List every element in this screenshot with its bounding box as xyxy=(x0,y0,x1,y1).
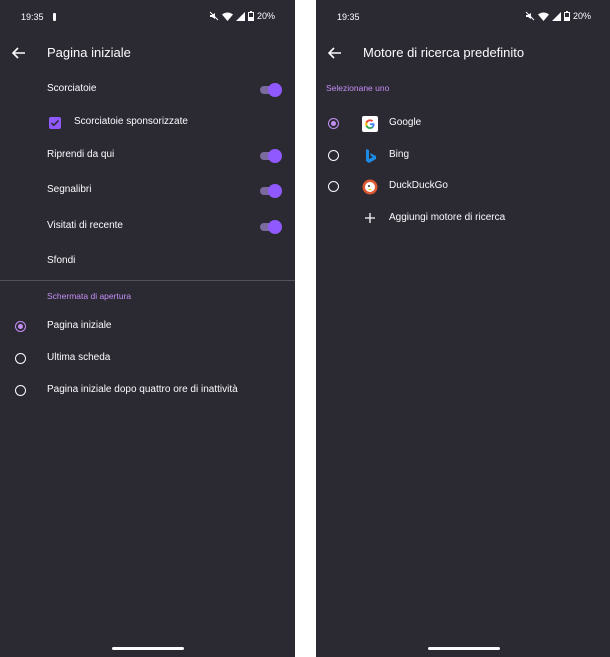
back-arrow-icon[interactable] xyxy=(326,44,344,62)
status-bar: 19:35 20% xyxy=(0,0,295,34)
status-time: 19:35 xyxy=(337,12,360,22)
checkmark-icon xyxy=(50,119,60,127)
add-search-engine-button[interactable]: Aggiungi motore di ricerca xyxy=(316,204,610,234)
divider xyxy=(0,280,295,281)
page-title: Pagina iniziale xyxy=(47,45,131,60)
setting-label: Visitati di recente xyxy=(47,220,123,231)
battery-percentage: 20% xyxy=(256,11,275,21)
setting-label: Riprendi da qui xyxy=(47,149,115,160)
radio-button[interactable] xyxy=(15,385,26,396)
engine-option-google[interactable]: Google xyxy=(316,109,610,139)
duckduckgo-icon xyxy=(362,179,378,195)
add-engine-label: Aggiungi motore di ricerca xyxy=(389,212,506,223)
wifi-icon xyxy=(537,12,549,21)
default-search-engine-screen: 19:35 20% Motore di ricerca predefinito … xyxy=(316,0,610,657)
radio-button[interactable] xyxy=(15,321,26,332)
signal-icon xyxy=(235,11,245,21)
radio-option-last-tab[interactable]: Ultima scheda xyxy=(0,344,295,374)
radio-button[interactable] xyxy=(328,181,339,192)
radio-option-homepage[interactable]: Pagina iniziale xyxy=(0,312,295,342)
shortcuts-setting[interactable]: Scorciatoie xyxy=(0,75,295,105)
radio-label: Pagina iniziale xyxy=(47,320,112,331)
home-indicator[interactable] xyxy=(427,647,500,650)
resume-toggle[interactable] xyxy=(260,149,282,163)
sponsored-shortcuts-setting[interactable]: Scorciatoie sponsorizzate xyxy=(0,108,295,138)
radio-label: Pagina iniziale dopo quattro ore di inat… xyxy=(47,384,238,395)
battery-percentage: 20% xyxy=(572,11,591,21)
home-indicator[interactable] xyxy=(111,647,184,650)
recently-visited-setting[interactable]: Visitati di recente xyxy=(0,212,295,242)
status-bar: 19:35 20% xyxy=(316,0,610,34)
radio-button[interactable] xyxy=(328,150,339,161)
setting-label: Sfondi xyxy=(47,255,76,266)
mute-icon xyxy=(525,11,535,21)
section-title: Selezionane uno xyxy=(326,83,390,93)
signal-icon xyxy=(551,11,561,21)
engine-option-duckduckgo[interactable]: DuckDuckGo xyxy=(316,172,610,202)
mute-icon xyxy=(209,11,219,21)
radio-button[interactable] xyxy=(15,353,26,364)
battery-icon xyxy=(247,11,254,21)
wallpapers-setting[interactable]: Sfondi xyxy=(0,247,295,277)
setting-label: Scorciatoie xyxy=(47,83,97,94)
battery-icon xyxy=(563,11,570,21)
plus-icon xyxy=(365,213,375,223)
engine-label: Google xyxy=(389,117,422,128)
app-bar: Pagina iniziale xyxy=(0,34,295,74)
bookmarks-toggle[interactable] xyxy=(260,184,282,198)
sponsored-shortcuts-checkbox[interactable] xyxy=(49,117,61,129)
homepage-settings-screen: 19:35 20% Pagina iniziale Scorciatoie Sc… xyxy=(0,0,295,657)
app-bar: Motore di ricerca predefinito xyxy=(316,34,610,74)
engine-label: Bing xyxy=(389,149,410,160)
section-title: Schermata di apertura xyxy=(47,291,132,301)
radio-label: Ultima scheda xyxy=(47,352,111,363)
status-time: 19:35 xyxy=(21,12,44,22)
setting-label: Segnalibri xyxy=(47,184,92,195)
recently-visited-toggle[interactable] xyxy=(260,220,282,234)
page-title: Motore di ricerca predefinito xyxy=(363,45,525,60)
notification-icon xyxy=(53,13,56,21)
bookmarks-setting[interactable]: Segnalibri xyxy=(0,176,295,206)
wifi-icon xyxy=(221,12,233,21)
bing-icon xyxy=(366,149,376,163)
setting-label: Scorciatoie sponsorizzate xyxy=(74,116,188,127)
shortcuts-toggle[interactable] xyxy=(260,83,282,97)
google-icon xyxy=(362,116,378,132)
back-arrow-icon[interactable] xyxy=(10,44,28,62)
engine-label: DuckDuckGo xyxy=(389,180,448,191)
radio-option-homepage-after-inactivity[interactable]: Pagina iniziale dopo quattro ore di inat… xyxy=(0,376,295,406)
resume-setting[interactable]: Riprendi da qui xyxy=(0,141,295,171)
radio-button[interactable] xyxy=(328,118,339,129)
engine-option-bing[interactable]: Bing xyxy=(316,141,610,171)
